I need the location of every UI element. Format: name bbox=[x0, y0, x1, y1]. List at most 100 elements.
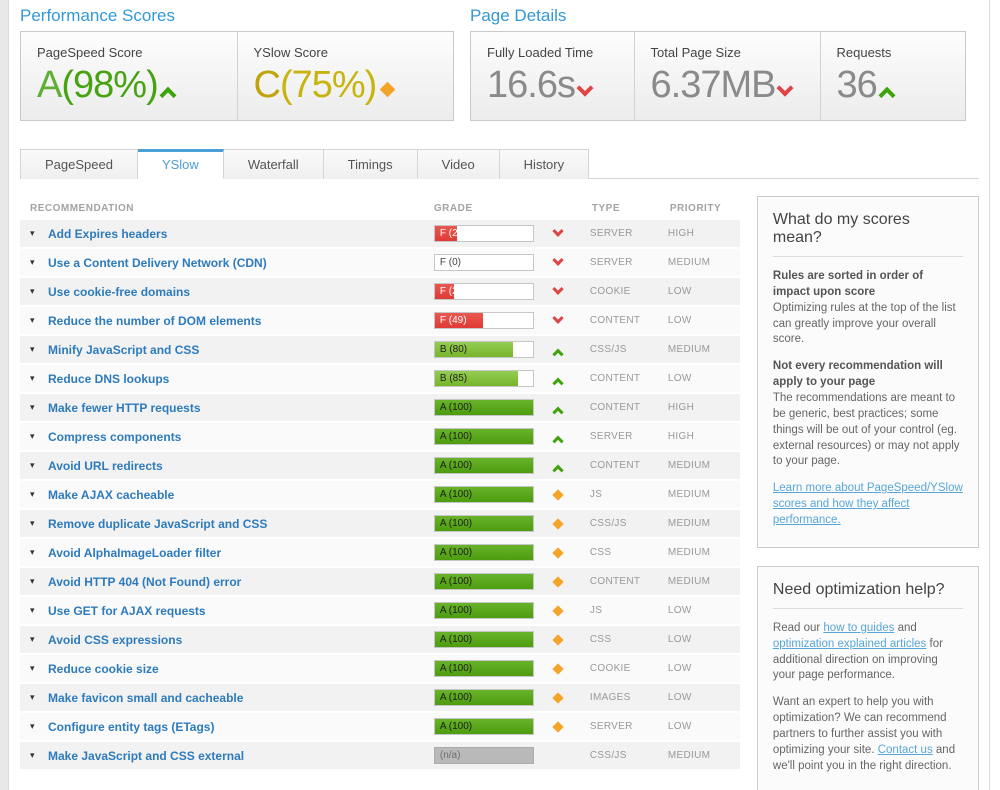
trend-cell bbox=[554, 433, 590, 441]
recommendation-link[interactable]: Use GET for AJAX requests bbox=[48, 604, 206, 618]
chevron-up-icon bbox=[552, 348, 563, 359]
recommendation-link[interactable]: Compress components bbox=[48, 430, 181, 444]
grade-bar-label: A (100) bbox=[440, 487, 472, 502]
recommendation-cell: ▾ Make fewer HTTP requests bbox=[20, 401, 434, 415]
how-to-guides-link[interactable]: how to guides bbox=[823, 622, 894, 634]
expand-toggle-icon[interactable]: ▾ bbox=[30, 750, 48, 761]
recommendation-link[interactable]: Remove duplicate JavaScript and CSS bbox=[48, 517, 267, 531]
yslow-grade-percent: (75%) bbox=[280, 64, 376, 106]
optimization-help-box: Need optimization help? Read our how to … bbox=[757, 566, 979, 790]
trend-cell bbox=[554, 578, 590, 586]
requests-cell: Requests 36 bbox=[820, 32, 966, 120]
expand-toggle-icon[interactable]: ▾ bbox=[30, 692, 48, 703]
grade-bar: A (100) bbox=[434, 602, 534, 619]
trend-cell bbox=[554, 636, 590, 644]
recommendation-link[interactable]: Reduce the number of DOM elements bbox=[48, 314, 261, 328]
requests-label: Requests bbox=[837, 45, 950, 60]
priority-cell: LOW bbox=[668, 663, 740, 674]
priority-cell: LOW bbox=[668, 286, 740, 297]
expand-toggle-icon[interactable]: ▾ bbox=[30, 228, 48, 239]
contact-us-link[interactable]: Contact us bbox=[878, 744, 933, 756]
grade-cell: F (49) bbox=[434, 312, 554, 329]
expand-toggle-icon[interactable]: ▾ bbox=[30, 634, 48, 645]
expand-toggle-icon[interactable]: ▾ bbox=[30, 460, 48, 471]
grade-cell: A (100) bbox=[434, 573, 554, 590]
priority-cell: MEDIUM bbox=[668, 460, 740, 471]
pagespeed-score-value: A(98%) bbox=[37, 64, 221, 107]
report-page: Performance Scores PageSpeed Score A(98%… bbox=[10, 0, 989, 790]
type-cell: CSS bbox=[590, 634, 668, 645]
grade-bar-label: A (100) bbox=[440, 661, 472, 676]
recommendation-link[interactable]: Add Expires headers bbox=[48, 227, 167, 241]
grade-cell: F (0) bbox=[434, 254, 554, 271]
grade-bar: B (80) bbox=[434, 341, 534, 358]
recommendation-row: ▾ Reduce the number of DOM elements F (4… bbox=[20, 307, 740, 334]
tab-video[interactable]: Video bbox=[418, 149, 500, 179]
recommendation-cell: ▾ Use a Content Delivery Network (CDN) bbox=[20, 256, 434, 270]
recommendation-row: ▾ Make fewer HTTP requests A (100) CONTE… bbox=[20, 394, 740, 421]
expand-toggle-icon[interactable]: ▾ bbox=[30, 605, 48, 616]
diamond-icon bbox=[552, 605, 563, 616]
priority-cell: HIGH bbox=[668, 228, 740, 239]
recommendation-link[interactable]: Make fewer HTTP requests bbox=[48, 401, 201, 415]
recommendation-link[interactable]: Avoid URL redirects bbox=[48, 459, 163, 473]
expand-toggle-icon[interactable]: ▾ bbox=[30, 402, 48, 413]
tab-history[interactable]: History bbox=[500, 149, 589, 179]
tab-pagespeed[interactable]: PageSpeed bbox=[20, 149, 138, 179]
diamond-icon bbox=[552, 518, 563, 529]
grade-bar-label: F (49) bbox=[440, 313, 467, 328]
recommendation-link[interactable]: Use cookie-free domains bbox=[48, 285, 190, 299]
optimization-articles-link[interactable]: optimization explained articles bbox=[773, 638, 926, 650]
expand-toggle-icon[interactable]: ▾ bbox=[30, 257, 48, 268]
expand-toggle-icon[interactable]: ▾ bbox=[30, 518, 48, 529]
main-area: RECOMMENDATION GRADE TYPE PRIORITY ▾ Add… bbox=[20, 196, 979, 790]
grade-cell: A (100) bbox=[434, 660, 554, 677]
recommendation-link[interactable]: Avoid CSS expressions bbox=[48, 633, 182, 647]
expand-toggle-icon[interactable]: ▾ bbox=[30, 315, 48, 326]
recommendation-link[interactable]: Make AJAX cacheable bbox=[48, 488, 174, 502]
recommendation-link[interactable]: Make favicon small and cacheable bbox=[48, 691, 243, 705]
grade-bar: F (20) bbox=[434, 283, 534, 300]
type-cell: CONTENT bbox=[590, 576, 668, 587]
grade-bar-label: A (100) bbox=[440, 574, 472, 589]
trend-down-icon bbox=[576, 80, 593, 97]
expand-toggle-icon[interactable]: ▾ bbox=[30, 721, 48, 732]
grade-bar: A (100) bbox=[434, 689, 534, 706]
chevron-down-icon bbox=[552, 254, 563, 265]
chevron-down-icon bbox=[552, 312, 563, 323]
type-cell: COOKIE bbox=[590, 663, 668, 674]
priority-cell: HIGH bbox=[668, 402, 740, 413]
priority-cell: LOW bbox=[668, 373, 740, 384]
recommendation-link[interactable]: Minify JavaScript and CSS bbox=[48, 343, 199, 357]
grade-bar: A (100) bbox=[434, 718, 534, 735]
tab-timings[interactable]: Timings bbox=[324, 149, 418, 179]
grade-bar-label: B (80) bbox=[440, 342, 467, 357]
recommendation-row: ▾ Reduce cookie size A (100) COOKIE LOW bbox=[20, 655, 740, 682]
recommendation-link[interactable]: Avoid HTTP 404 (Not Found) error bbox=[48, 575, 241, 589]
expand-toggle-icon[interactable]: ▾ bbox=[30, 663, 48, 674]
expand-toggle-icon[interactable]: ▾ bbox=[30, 373, 48, 384]
expand-toggle-icon[interactable]: ▾ bbox=[30, 431, 48, 442]
grade-bar: A (100) bbox=[434, 660, 534, 677]
recommendation-row: ▾ Make AJAX cacheable A (100) JS MEDIUM bbox=[20, 481, 740, 508]
recommendation-row: ▾ Use a Content Delivery Network (CDN) F… bbox=[20, 249, 740, 276]
grade-bar-label: A (100) bbox=[440, 603, 472, 618]
recommendation-link[interactable]: Reduce cookie size bbox=[48, 662, 159, 676]
recommendation-link[interactable]: Avoid AlphaImageLoader filter bbox=[48, 546, 221, 560]
recommendation-row: ▾ Add Expires headers F (23) SERVER HIGH bbox=[20, 220, 740, 247]
recommendation-link[interactable]: Reduce DNS lookups bbox=[48, 372, 169, 386]
tab-yslow[interactable]: YSlow bbox=[138, 149, 224, 179]
recommendation-link[interactable]: Make JavaScript and CSS external bbox=[48, 749, 244, 763]
expand-toggle-icon[interactable]: ▾ bbox=[30, 286, 48, 297]
expand-toggle-icon[interactable]: ▾ bbox=[30, 344, 48, 355]
priority-cell: MEDIUM bbox=[668, 518, 740, 529]
expand-toggle-icon[interactable]: ▾ bbox=[30, 547, 48, 558]
trend-cell bbox=[554, 520, 590, 528]
learn-more-link[interactable]: Learn more about PageSpeed/YSlow scores … bbox=[773, 482, 963, 526]
type-cell: IMAGES bbox=[590, 692, 668, 703]
tab-waterfall[interactable]: Waterfall bbox=[224, 149, 324, 179]
expand-toggle-icon[interactable]: ▾ bbox=[30, 576, 48, 587]
expand-toggle-icon[interactable]: ▾ bbox=[30, 489, 48, 500]
recommendation-link[interactable]: Configure entity tags (ETags) bbox=[48, 720, 214, 734]
recommendation-link[interactable]: Use a Content Delivery Network (CDN) bbox=[48, 256, 267, 270]
